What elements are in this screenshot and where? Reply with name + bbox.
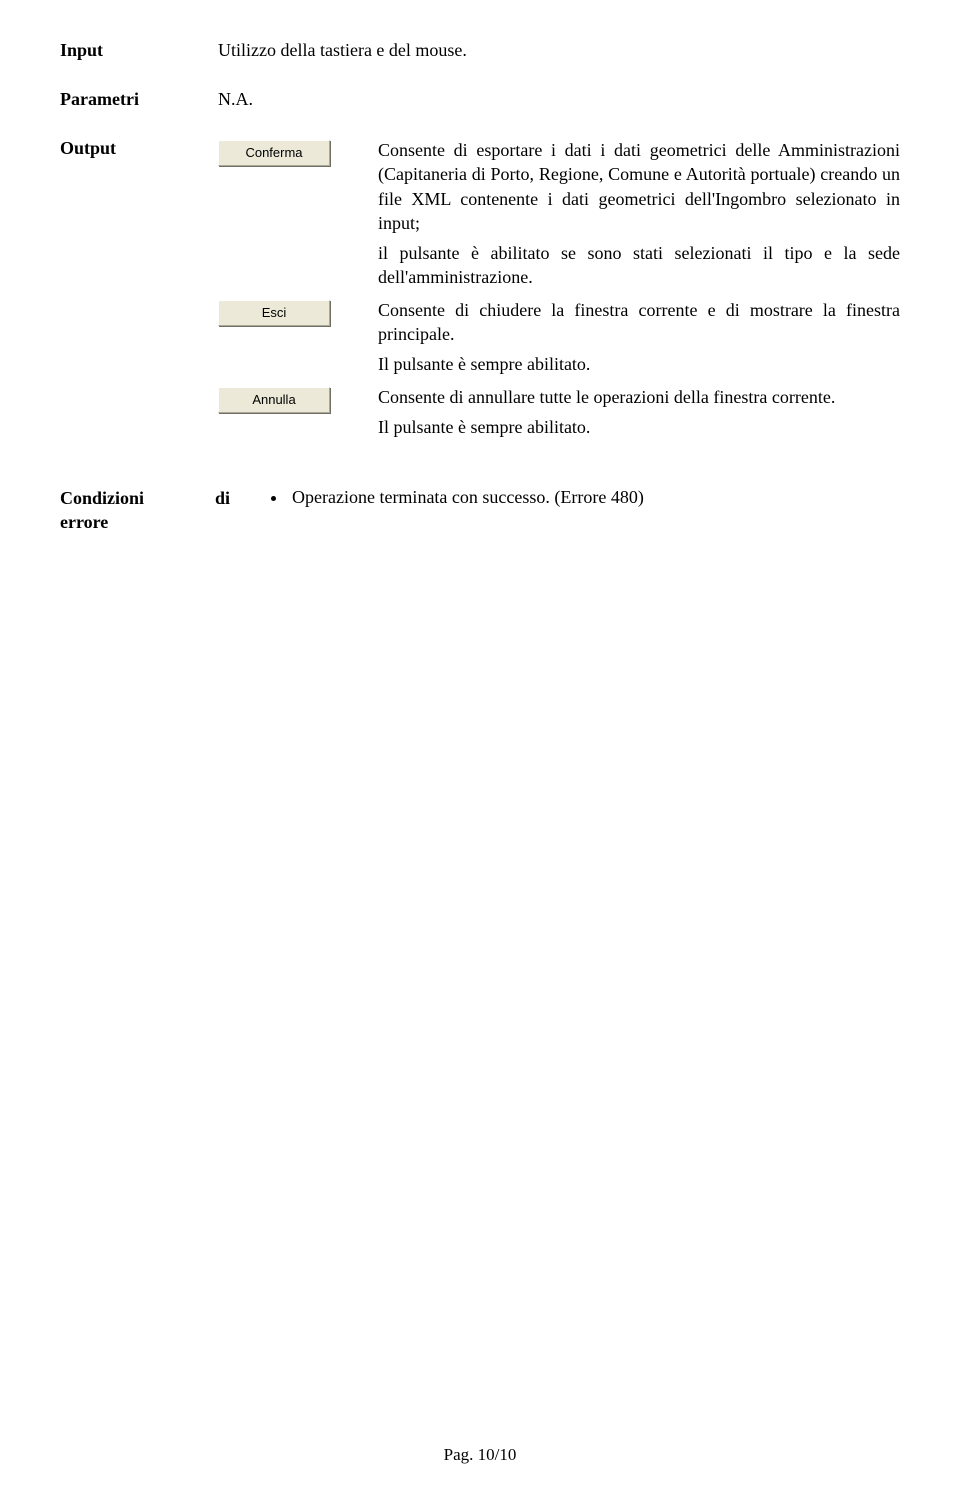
conferma-text-1: Consente di esportare i dati i dati geom…	[378, 138, 900, 235]
output-row: Output Conferma Consente di esportare i …	[60, 138, 900, 447]
parametri-label: Parametri	[60, 89, 218, 110]
output-label: Output	[60, 138, 218, 159]
condizioni-row: Condizioni di errore Operazione terminat…	[60, 487, 900, 534]
button-col: Annulla	[218, 385, 378, 413]
condizioni-bullet: Operazione terminata con successo. (Erro…	[288, 487, 900, 508]
conferma-button[interactable]: Conferma	[218, 140, 330, 166]
esci-text-1: Consente di chiudere la finestra corrent…	[378, 298, 900, 347]
output-item-esci: Esci Consente di chiudere la finestra co…	[218, 298, 900, 383]
condizioni-label: Condizioni di errore	[60, 487, 260, 534]
conferma-description: Consente di esportare i dati i dati geom…	[378, 138, 900, 296]
parametri-row: Parametri N.A.	[60, 89, 900, 110]
input-value: Utilizzo della tastiera e del mouse.	[218, 40, 900, 61]
esci-description: Consente di chiudere la finestra corrent…	[378, 298, 900, 383]
condizioni-label-word2: errore	[60, 512, 108, 532]
condizioni-label-di: di	[215, 487, 260, 510]
button-col: Esci	[218, 298, 378, 326]
parametri-value: N.A.	[218, 89, 900, 110]
condizioni-value: Operazione terminata con successo. (Erro…	[260, 487, 900, 508]
output-items: Conferma Consente di esportare i dati i …	[218, 138, 900, 447]
annulla-text-2: Il pulsante è sempre abilitato.	[378, 415, 900, 439]
conferma-text-2: il pulsante è abilitato se sono stati se…	[378, 241, 900, 290]
input-row: Input Utilizzo della tastiera e del mous…	[60, 40, 900, 61]
annulla-description: Consente di annullare tutte le operazion…	[378, 385, 900, 446]
esci-text-2: Il pulsante è sempre abilitato.	[378, 352, 900, 376]
input-label: Input	[60, 40, 218, 61]
output-item-annulla: Annulla Consente di annullare tutte le o…	[218, 385, 900, 446]
condizioni-label-word1: Condizioni	[60, 488, 144, 508]
annulla-text-1: Consente di annullare tutte le operazion…	[378, 385, 900, 409]
annulla-button[interactable]: Annulla	[218, 387, 330, 413]
esci-button[interactable]: Esci	[218, 300, 330, 326]
output-item-conferma: Conferma Consente di esportare i dati i …	[218, 138, 900, 296]
button-col: Conferma	[218, 138, 378, 166]
page-footer: Pag. 10/10	[0, 1445, 960, 1465]
